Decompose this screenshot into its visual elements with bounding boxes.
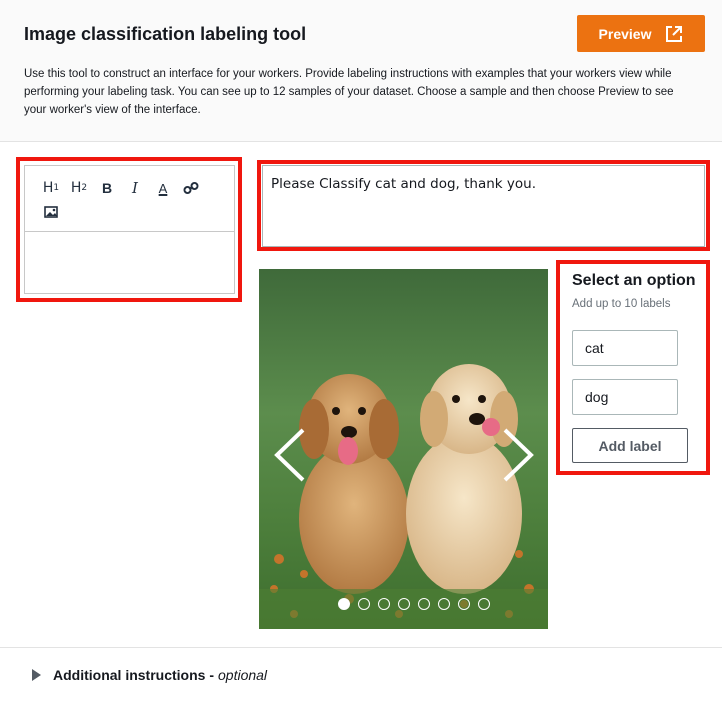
page-title: Image classification labeling tool	[24, 24, 307, 44]
section-divider	[0, 647, 722, 648]
bold-icon[interactable]: B	[93, 176, 121, 200]
carousel-dot[interactable]	[417, 598, 430, 610]
carousel-dot[interactable]	[437, 598, 450, 610]
image-icon[interactable]	[37, 200, 65, 224]
carousel-dot[interactable]	[477, 598, 490, 610]
link-icon[interactable]	[177, 176, 205, 200]
carousel-dot[interactable]	[457, 598, 470, 610]
label-input-dog[interactable]: dog	[572, 379, 678, 415]
carousel-dot[interactable]	[397, 598, 410, 610]
text-color-icon[interactable]: A	[149, 176, 177, 200]
sample-image-carousel[interactable]	[259, 269, 548, 629]
options-title: Select an option	[572, 272, 696, 289]
editor-content-area[interactable]	[25, 232, 234, 294]
optional-label: optional	[218, 667, 268, 683]
page-header: Image classification labeling tool Previ…	[0, 0, 722, 142]
rich-text-editor[interactable]: H1 H2 B I A	[24, 165, 235, 294]
carousel-dot[interactable]	[337, 598, 350, 610]
next-arrow-icon[interactable]	[501, 427, 535, 483]
carousel-dot[interactable]	[357, 598, 370, 610]
italic-icon[interactable]: I	[121, 176, 149, 200]
instructions-field[interactable]	[262, 165, 705, 247]
prev-arrow-icon[interactable]	[273, 427, 307, 483]
additional-instructions-toggle[interactable]: Additional instructions - optional	[32, 667, 267, 683]
external-link-icon	[666, 25, 683, 42]
caret-right-icon	[32, 669, 41, 681]
additional-instructions-label: Additional instructions -	[53, 667, 214, 683]
preview-button[interactable]: Preview	[577, 15, 705, 52]
heading2-icon[interactable]: H2	[65, 176, 93, 200]
add-label-button[interactable]: Add label	[572, 428, 688, 463]
label-input-cat[interactable]: cat	[572, 330, 678, 366]
carousel-dot[interactable]	[377, 598, 390, 610]
heading1-icon[interactable]: H1	[37, 176, 65, 200]
options-subtitle: Add up to 10 labels	[572, 298, 671, 310]
editor-toolbar: H1 H2 B I A	[25, 166, 234, 232]
tool-description: Use this tool to construct an interface …	[24, 68, 674, 116]
preview-label: Preview	[598, 25, 652, 42]
carousel-indicators	[259, 598, 548, 610]
